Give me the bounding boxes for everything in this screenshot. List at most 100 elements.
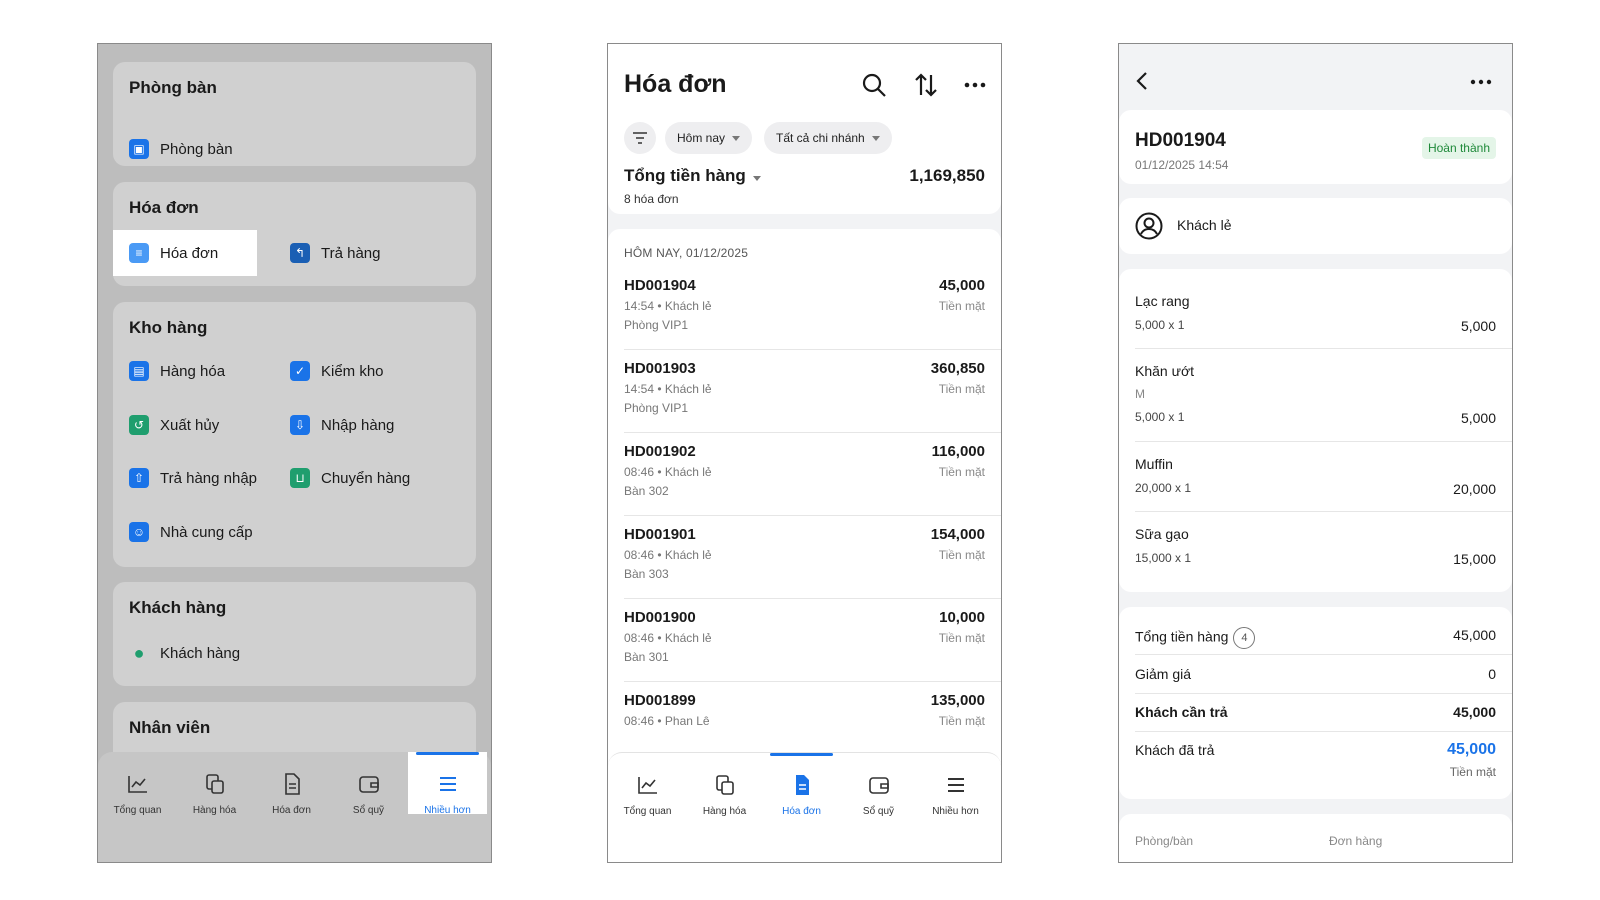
branch-filter-chip[interactable]: Tất cả chi nhánh	[764, 122, 892, 154]
menu-item-customers[interactable]: ● Khách hàng	[113, 630, 293, 676]
more-icon[interactable]	[961, 71, 989, 99]
menu-item-transfer[interactable]: ⊔ Chuyển hàng	[274, 455, 454, 501]
invoice-code: HD001901	[624, 526, 696, 543]
order-info-card: Phòng/bàn Đơn hàng	[1119, 814, 1512, 862]
menu-item-label: Nhập hàng	[321, 416, 395, 434]
section-customers: Khách hàng ● Khách hàng	[113, 582, 476, 686]
line-item[interactable]: Muffin 20,000 x 1 20,000	[1135, 456, 1512, 512]
menu-item-return-import[interactable]: ⇧ Trả hàng nhập	[113, 455, 273, 501]
products-icon: ▤	[129, 361, 149, 381]
amount-paid-value: 45,000	[1447, 741, 1496, 758]
line-item[interactable]: Lạc rang 5,000 x 1 5,000	[1135, 293, 1512, 349]
date-filter-chip[interactable]: Hôm nay	[665, 122, 753, 154]
filter-button[interactable]	[624, 122, 656, 154]
tab-more[interactable]: Nhiều hơn	[408, 752, 487, 816]
invoice-code: HD001900	[624, 609, 696, 626]
tab-invoices[interactable]: Hóa đơn	[252, 752, 331, 862]
order-label: Đơn hàng	[1329, 834, 1383, 848]
menu-item-suppliers[interactable]: ☺ Nhà cung cấp	[113, 509, 293, 555]
invoice-list-screen: Hóa đơn Hôm nay Tất cả chi nhánh Tổng ti…	[607, 43, 1002, 863]
menu-item-returns[interactable]: ↰ Trả hàng	[274, 230, 454, 276]
menu-item-stocktake[interactable]: ✓ Kiểm kho	[274, 348, 454, 394]
amount-due-value: 45,000	[1453, 704, 1496, 720]
box-icon	[205, 774, 224, 794]
section-title: Hóa đơn	[129, 198, 199, 217]
summary-toggle[interactable]: Tổng tiền hàng	[624, 166, 761, 186]
invoice-row[interactable]: HD001903 360,850 14:54 • Khách lẻ Tiền m…	[624, 350, 1001, 433]
tab-cashbook[interactable]: Sổ quỹ	[839, 753, 918, 862]
menu-item-products[interactable]: ▤ Hàng hóa	[113, 348, 273, 394]
amount-paid-row[interactable]: Khách đã trả 45,000 Tiền mặt	[1135, 732, 1512, 792]
cart-icon: ⊔	[290, 468, 310, 488]
subtotal-value: 45,000	[1453, 627, 1496, 643]
section-invoices: Hóa đơn ≡ Hóa đơn ↰ Trả hàng	[113, 182, 476, 286]
invoice-row[interactable]: HD001902 116,000 08:46 • Khách lẻ Tiền m…	[624, 433, 1001, 516]
customer-card[interactable]: Khách lẻ	[1119, 198, 1512, 254]
line-item[interactable]: Khăn ướt M 5,000 x 1 5,000	[1135, 363, 1512, 442]
item-total: 5,000	[1460, 318, 1496, 334]
invoice-row[interactable]: HD001904 45,000 14:54 • Khách lẻ Tiền mặ…	[624, 267, 1001, 350]
tab-overview[interactable]: Tổng quan	[608, 753, 687, 862]
status-badge: Hoàn thành	[1421, 137, 1496, 159]
item-count-badge: 4	[1233, 627, 1256, 649]
payment-method: Tiền mặt	[938, 465, 985, 479]
item-total: 5,000	[1460, 410, 1496, 426]
sort-icon[interactable]	[912, 71, 940, 99]
person-icon: ●	[133, 642, 145, 663]
invoice-place: Bàn 303	[624, 567, 669, 581]
tab-label: Nhiều hơn	[424, 805, 471, 816]
tab-cashbook[interactable]: Sổ quỹ	[329, 752, 408, 862]
tab-overview[interactable]: Tổng quan	[98, 752, 177, 862]
discount-label: Giảm giá	[1135, 666, 1192, 682]
chip-label: Hôm nay	[677, 131, 726, 145]
invoice-amount: 10,000	[939, 609, 985, 626]
section-title: Khách hàng	[129, 598, 227, 617]
bottom-tab-bar: Tổng quan Hàng hóa Hóa đơn Sổ quỹ Nhiều …	[98, 752, 491, 862]
invoice-detail-screen: HD001904 01/12/2025 14:54 Hoàn thành Khá…	[1118, 43, 1513, 863]
menu-item-import[interactable]: ⇩ Nhập hàng	[274, 402, 454, 448]
filter-icon	[633, 132, 647, 144]
box-icon	[715, 775, 734, 795]
invoice-code: HD001903	[624, 360, 696, 377]
invoice-meta: 08:46 • Khách lẻ	[624, 548, 712, 562]
document-icon	[284, 773, 300, 795]
table-icon: ▣	[129, 139, 149, 159]
checkbox-icon: ✓	[290, 361, 310, 381]
search-icon[interactable]	[860, 71, 888, 99]
export-icon: ⇧	[129, 468, 149, 488]
invoice-header-card: HD001904 01/12/2025 14:54 Hoàn thành	[1119, 110, 1512, 184]
subtotal-label: Tổng tiền hàng	[1135, 628, 1229, 645]
payment-method: Tiền mặt	[938, 714, 985, 728]
invoice-place: Phòng VIP1	[624, 401, 689, 415]
wallet-icon	[868, 777, 889, 794]
tab-products[interactable]: Hàng hóa	[175, 752, 254, 862]
menu-item-invoices[interactable]: ≡ Hóa đơn	[113, 230, 257, 276]
invoice-datetime: 01/12/2025 14:54	[1135, 158, 1229, 172]
section-warehouse: Kho hàng ▤ Hàng hóa ✓ Kiểm kho ↺ Xuất hủ…	[113, 302, 476, 567]
tab-products[interactable]: Hàng hóa	[685, 753, 764, 862]
caret-down-icon	[732, 135, 741, 141]
menu-item-tables[interactable]: ▣ Phòng bàn	[113, 126, 293, 172]
item-qty: 5,000 x 1	[1135, 410, 1185, 424]
back-icon[interactable]	[1133, 70, 1151, 92]
menu-item-label: Trả hàng nhập	[160, 469, 258, 487]
caret-down-icon	[752, 176, 761, 181]
item-name: Muffin	[1135, 456, 1173, 472]
menu-item-label: Xuất hủy	[160, 416, 220, 434]
invoice-row[interactable]: HD001901 154,000 08:46 • Khách lẻ Tiền m…	[624, 516, 1001, 599]
line-item[interactable]: Sữa gạo 15,000 x 1 15,000	[1135, 526, 1512, 582]
invoice-place: Bàn 302	[624, 484, 669, 498]
tab-label: Tổng quan	[113, 805, 162, 816]
amount-due-row: Khách cần trả 45,000	[1135, 694, 1512, 732]
invoice-place: Bàn 301	[624, 650, 669, 664]
invoice-row[interactable]: HD001900 10,000 08:46 • Khách lẻ Tiền mặ…	[624, 599, 1001, 682]
payment-method: Tiền mặt	[938, 299, 985, 313]
more-icon[interactable]	[1468, 70, 1494, 94]
menu-item-dispose[interactable]: ↺ Xuất hủy	[113, 402, 273, 448]
tab-more[interactable]: Nhiều hơn	[916, 753, 995, 862]
tab-invoices[interactable]: Hóa đơn	[762, 753, 841, 862]
active-indicator	[770, 753, 833, 756]
menu-icon	[947, 778, 964, 792]
tab-label: Tổng quan	[623, 806, 672, 817]
invoice-meta: 14:54 • Khách lẻ	[624, 299, 712, 313]
